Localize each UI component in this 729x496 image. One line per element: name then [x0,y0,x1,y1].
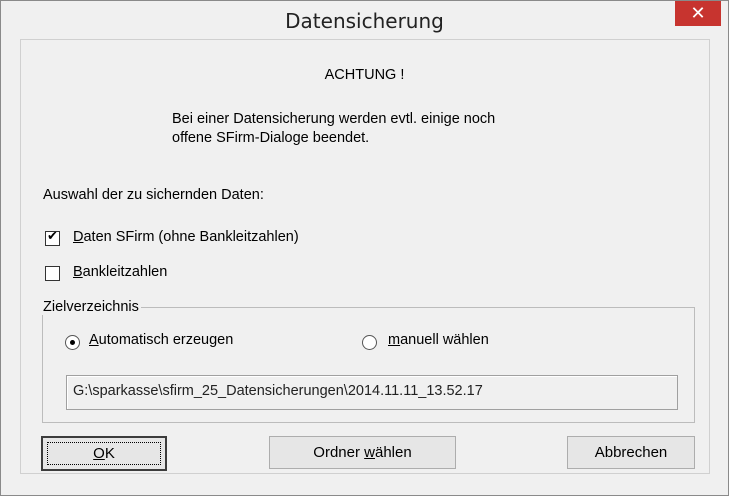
checkbox-bankleitzahlen-label[interactable]: Bankleitzahlen [73,264,167,280]
target-path-value: G:\sparkasse\sfirm_25_Datensicherungen\2… [73,383,483,399]
dialog-window: Datensicherung ✕ ACHTUNG ! Bei einer Dat… [0,0,729,496]
title-bar[interactable]: Datensicherung ✕ [1,1,728,39]
target-path-field[interactable]: G:\sparkasse\sfirm_25_Datensicherungen\2… [66,375,678,410]
checkbox-data-sfirm-label[interactable]: Daten SFirm (ohne Bankleitzahlen) [73,229,299,245]
checkbox-data-sfirm-box[interactable]: ✔ [45,229,60,246]
checkbox-bankleitzahlen-box[interactable] [45,266,60,281]
window-title: Datensicherung [285,9,444,33]
warning-line-2: offene SFirm-Dialoge beendet. [172,130,370,146]
target-directory-label: Zielverzeichnis [41,299,141,315]
radio-manual-label[interactable]: manuell wählen [388,332,489,348]
close-button[interactable]: ✕ [675,1,721,26]
ok-button-focus: OK [47,442,161,465]
warning-heading: ACHTUNG ! [324,67,405,83]
cancel-button[interactable]: Abbrechen [567,436,695,469]
ok-button[interactable]: OK [41,436,167,471]
close-icon: ✕ [690,3,706,23]
checkmark-icon: ✔ [47,229,58,244]
selection-label: Auswahl der zu sichernden Daten: [43,187,264,203]
radio-manual-button[interactable] [362,335,377,350]
warning-line-1: Bei einer Datensicherung werden evtl. ei… [172,111,496,127]
radio-automatic-button[interactable] [65,335,80,350]
radio-automatic-label[interactable]: Automatisch erzeugen [89,332,233,348]
choose-folder-button[interactable]: Ordner wählen [269,436,456,469]
radio-selected-dot [70,340,75,345]
